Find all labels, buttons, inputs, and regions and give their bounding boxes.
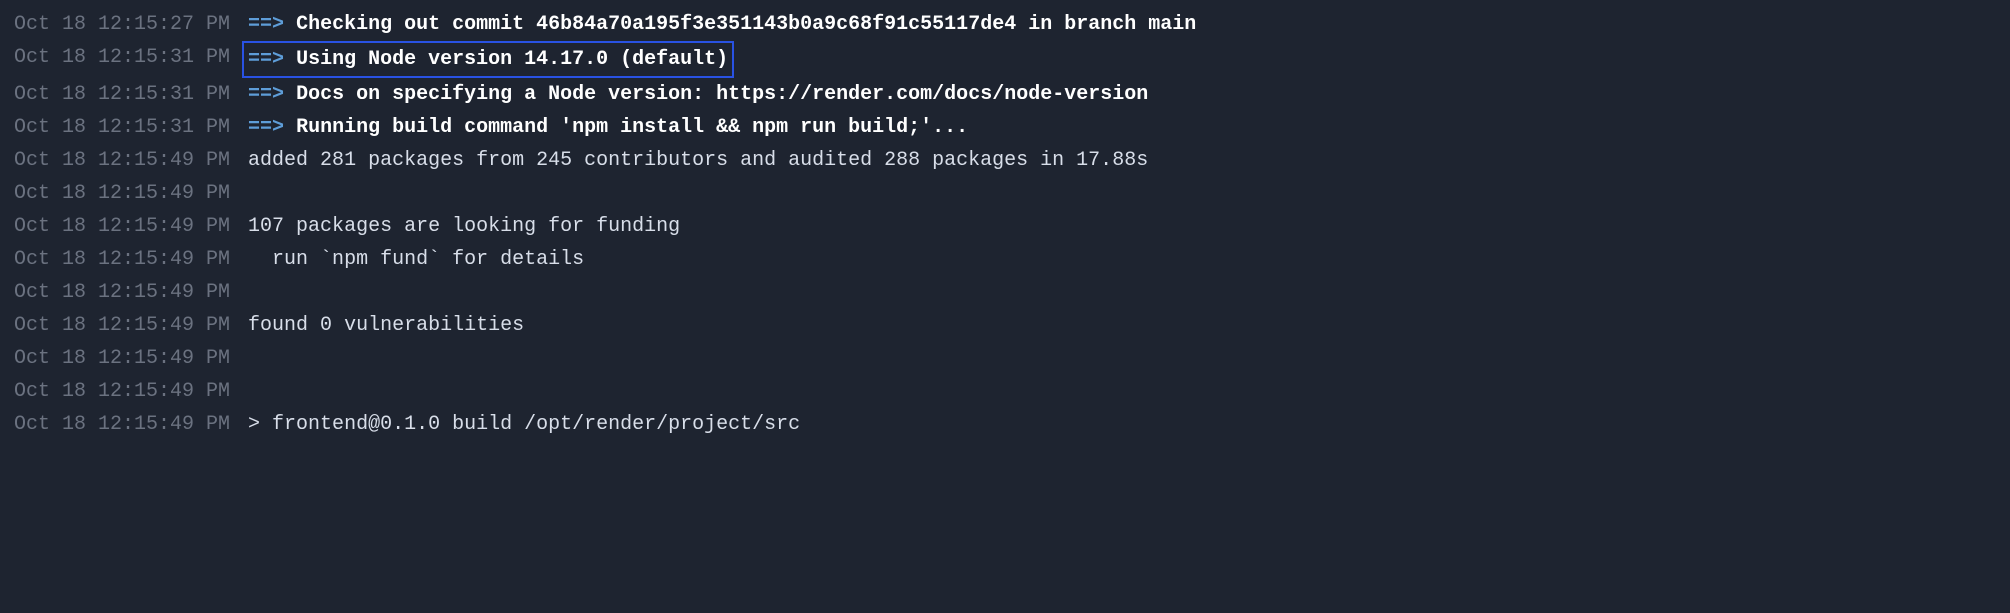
log-bold-text: Using Node version 14.17.0 (default) <box>296 48 728 71</box>
arrow-icon: ==> <box>248 116 284 139</box>
log-message: ==> Docs on specifying a Node version: h… <box>248 78 1148 111</box>
log-plain-text: added 281 packages from 245 contributors… <box>248 149 1148 172</box>
log-output: Oct 18 12:15:27 PM==> Checking out commi… <box>14 8 1996 441</box>
log-line: Oct 18 12:15:49 PMfound 0 vulnerabilitie… <box>14 309 1996 342</box>
log-timestamp: Oct 18 12:15:49 PM <box>14 144 248 177</box>
log-plain-text: found 0 vulnerabilities <box>248 314 524 337</box>
log-message: 107 packages are looking for funding <box>248 210 680 243</box>
log-line: Oct 18 12:15:49 PM <box>14 177 1996 210</box>
log-message: found 0 vulnerabilities <box>248 309 524 342</box>
log-line: Oct 18 12:15:49 PM <box>14 342 1996 375</box>
log-plain-text: > frontend@0.1.0 build /opt/render/proje… <box>248 413 800 436</box>
log-message: run `npm fund` for details <box>248 243 584 276</box>
arrow-icon: ==> <box>248 83 284 106</box>
log-line: Oct 18 12:15:49 PM <box>14 276 1996 309</box>
log-message: ==> Checking out commit 46b84a70a195f3e3… <box>248 8 1196 41</box>
log-timestamp: Oct 18 12:15:49 PM <box>14 177 248 210</box>
log-timestamp: Oct 18 12:15:49 PM <box>14 309 248 342</box>
log-plain-text: 107 packages are looking for funding <box>248 215 680 238</box>
log-line: Oct 18 12:15:49 PM107 packages are looki… <box>14 210 1996 243</box>
log-timestamp: Oct 18 12:15:49 PM <box>14 210 248 243</box>
log-timestamp: Oct 18 12:15:49 PM <box>14 243 248 276</box>
log-message: > frontend@0.1.0 build /opt/render/proje… <box>248 408 800 441</box>
log-timestamp: Oct 18 12:15:49 PM <box>14 276 248 309</box>
log-timestamp: Oct 18 12:15:31 PM <box>14 78 248 111</box>
arrow-icon: ==> <box>248 13 284 36</box>
log-line: Oct 18 12:15:31 PM==> Docs on specifying… <box>14 78 1996 111</box>
log-line: Oct 18 12:15:49 PM run `npm fund` for de… <box>14 243 1996 276</box>
log-line: Oct 18 12:15:49 PM> frontend@0.1.0 build… <box>14 408 1996 441</box>
log-timestamp: Oct 18 12:15:31 PM <box>14 41 248 78</box>
log-bold-text: Checking out commit 46b84a70a195f3e35114… <box>296 13 1196 36</box>
log-timestamp: Oct 18 12:15:49 PM <box>14 408 248 441</box>
log-bold-text: Docs on specifying a Node version: https… <box>296 83 1148 106</box>
log-bold-text: Running build command 'npm install && np… <box>296 116 968 139</box>
arrow-icon: ==> <box>248 48 284 71</box>
log-message: ==> Running build command 'npm install &… <box>248 111 968 144</box>
log-plain-text: run `npm fund` for details <box>248 248 584 271</box>
log-timestamp: Oct 18 12:15:49 PM <box>14 375 248 408</box>
log-timestamp: Oct 18 12:15:27 PM <box>14 8 248 41</box>
log-line: Oct 18 12:15:49 PMadded 281 packages fro… <box>14 144 1996 177</box>
log-line: Oct 18 12:15:31 PM==> Running build comm… <box>14 111 1996 144</box>
log-line: Oct 18 12:15:31 PM==> Using Node version… <box>14 41 1996 78</box>
log-line: Oct 18 12:15:27 PM==> Checking out commi… <box>14 8 1996 41</box>
log-message: ==> Using Node version 14.17.0 (default) <box>242 41 734 78</box>
log-timestamp: Oct 18 12:15:49 PM <box>14 342 248 375</box>
log-timestamp: Oct 18 12:15:31 PM <box>14 111 248 144</box>
log-line: Oct 18 12:15:49 PM <box>14 375 1996 408</box>
log-message: added 281 packages from 245 contributors… <box>248 144 1148 177</box>
